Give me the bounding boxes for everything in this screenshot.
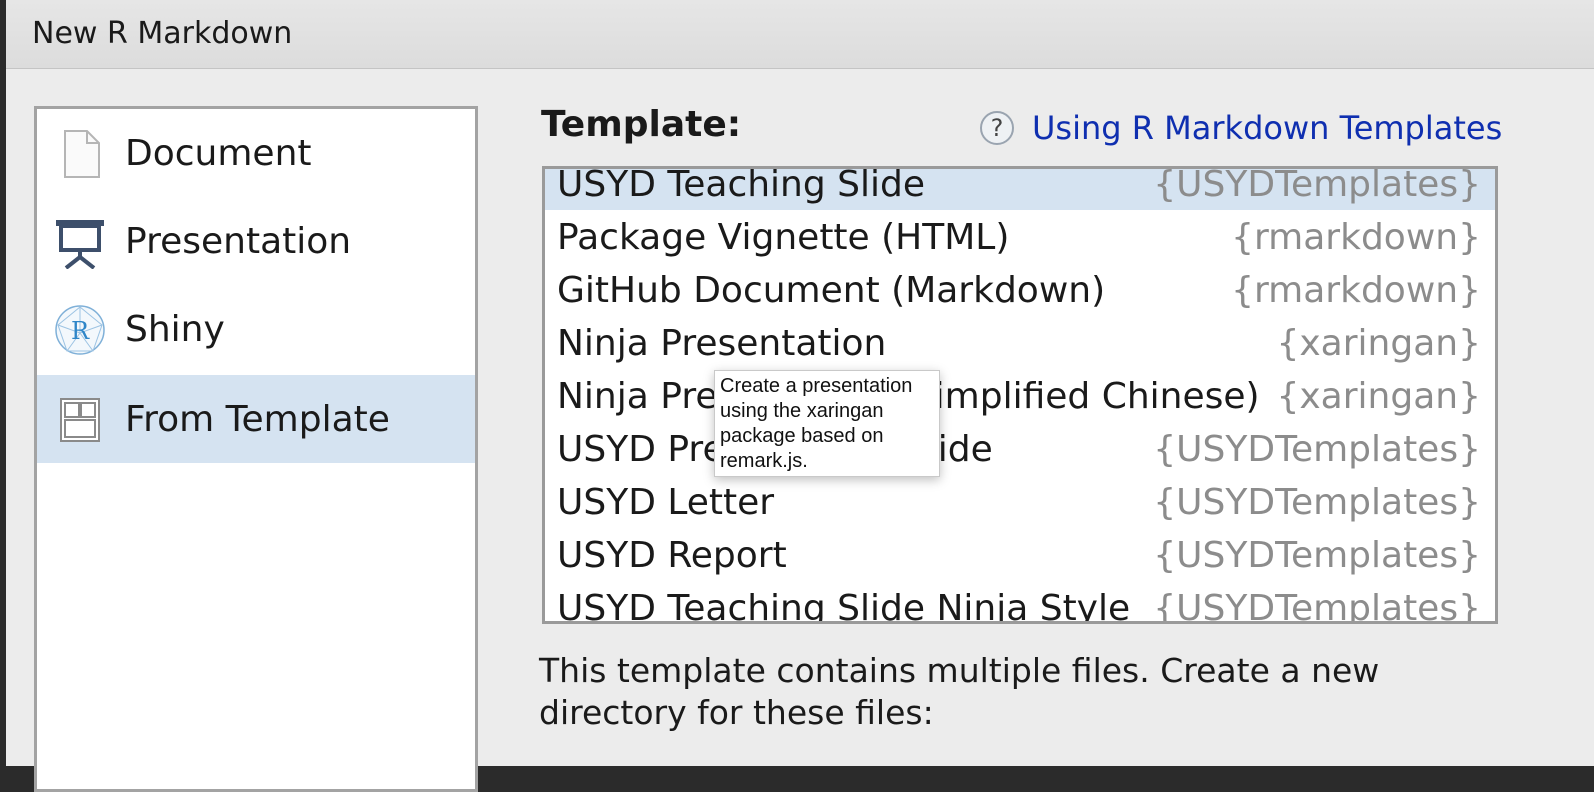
- template-row[interactable]: Ninja Presentation {xaringan}: [545, 316, 1495, 369]
- template-package: {USYDTemplates}: [1153, 588, 1481, 624]
- template-package: {xaringan}: [1276, 323, 1481, 364]
- template-row[interactable]: USYD Presentation Slide {USYDTemplates}: [545, 422, 1495, 475]
- template-name: Ninja Presentation: [557, 323, 887, 364]
- sidebar-item-shiny[interactable]: R Shiny: [37, 285, 475, 373]
- template-description: This template contains multiple files. C…: [539, 651, 1380, 732]
- sidebar-item-presentation[interactable]: Presentation: [37, 197, 475, 285]
- sidebar-item-document[interactable]: Document: [37, 109, 475, 197]
- template-name: USYD Report: [557, 535, 787, 576]
- template-package: {xaringan}: [1276, 376, 1481, 417]
- template-name: GitHub Document (Markdown): [557, 270, 1106, 311]
- svg-text:R: R: [71, 317, 90, 345]
- template-package: {USYDTemplates}: [1153, 166, 1481, 205]
- template-package: {USYDTemplates}: [1153, 535, 1481, 576]
- help-icon[interactable]: ?: [980, 111, 1014, 145]
- template-package: {rmarkdown}: [1231, 217, 1481, 258]
- sidebar-item-label: Shiny: [125, 308, 225, 350]
- sidebar-item-label: Presentation: [125, 220, 352, 262]
- sidebar-item-from-template[interactable]: From Template: [37, 375, 475, 463]
- template-package: {rmarkdown}: [1231, 270, 1481, 311]
- template-name: USYD Teaching Slide Ninja Style: [557, 588, 1131, 624]
- dialog-title: New R Markdown: [32, 16, 293, 51]
- document-icon: [53, 127, 107, 181]
- template-label: Template:: [541, 104, 742, 145]
- shiny-icon: R: [53, 303, 107, 357]
- tooltip-line: remark.js.: [720, 450, 808, 472]
- tooltip-line: package based on: [720, 425, 884, 447]
- template-package: {USYDTemplates}: [1153, 429, 1481, 470]
- template-row[interactable]: USYD Report {USYDTemplates}: [545, 528, 1495, 581]
- template-list[interactable]: USYD Teaching Slide {USYDTemplates} Pack…: [542, 166, 1498, 624]
- template-row[interactable]: GitHub Document (Markdown) {rmarkdown}: [545, 263, 1495, 316]
- tooltip-line: Create a presentation: [720, 375, 913, 397]
- template-name: USYD Teaching Slide: [557, 166, 926, 205]
- presentation-icon: [53, 215, 107, 270]
- template-name: Package Vignette (HTML): [557, 217, 1010, 258]
- title-bar[interactable]: New R Markdown: [6, 0, 1594, 69]
- help-link[interactable]: ? Using R Markdown Templates: [980, 108, 1502, 148]
- sidebar-item-label: From Template: [125, 398, 390, 440]
- template-tooltip: Create a presentation using the xaringan…: [714, 370, 940, 477]
- template-row[interactable]: Ninja Presentation (Simplified Chinese) …: [545, 369, 1495, 422]
- template-icon: [53, 393, 107, 447]
- template-row[interactable]: Package Vignette (HTML) {rmarkdown}: [545, 210, 1495, 263]
- format-sidebar: Document Presentation R Shiny From Templ…: [34, 106, 478, 792]
- template-name: USYD Letter: [557, 482, 775, 523]
- help-link-text[interactable]: Using R Markdown Templates: [1032, 109, 1502, 147]
- template-row[interactable]: USYD Letter {USYDTemplates}: [545, 475, 1495, 528]
- tooltip-line: using the xaringan: [720, 400, 884, 422]
- template-package: {USYDTemplates}: [1153, 482, 1481, 523]
- template-row[interactable]: USYD Teaching Slide Ninja Style {USYDTem…: [545, 581, 1495, 624]
- sidebar-item-label: Document: [125, 132, 312, 174]
- template-row[interactable]: USYD Teaching Slide {USYDTemplates}: [545, 166, 1495, 210]
